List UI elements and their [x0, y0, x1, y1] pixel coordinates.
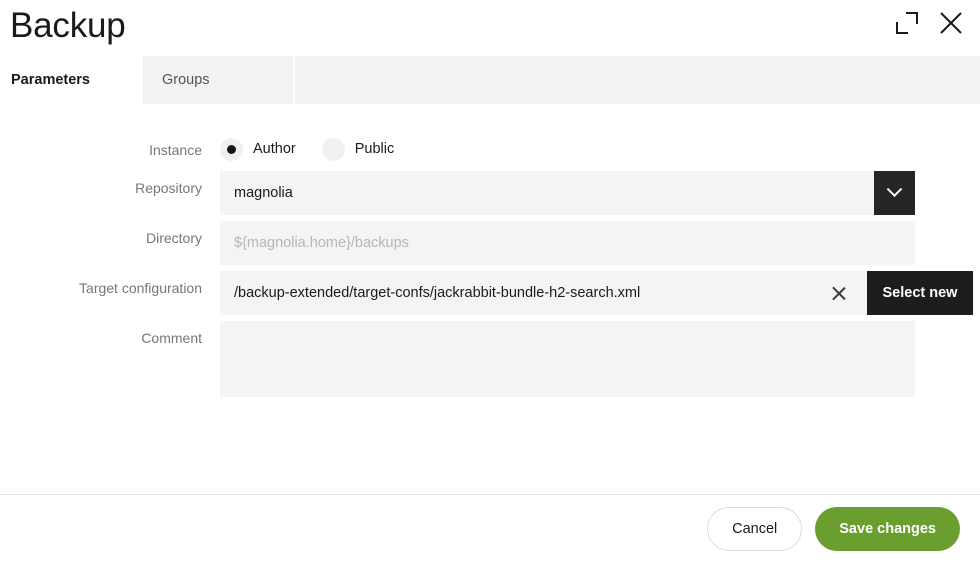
tab-groups-label: Groups — [162, 72, 210, 88]
radio-author-label: Author — [253, 141, 296, 157]
comment-textarea[interactable] — [220, 321, 915, 397]
maximize-button[interactable] — [892, 8, 922, 38]
target-configuration-input[interactable] — [220, 271, 808, 315]
target-configuration-label: Target configuration — [79, 280, 202, 296]
repository-field-wrap: ? — [220, 171, 915, 215]
cancel-button[interactable]: Cancel — [707, 506, 803, 551]
row-target-configuration: Target configuration Select new — [0, 271, 980, 315]
radio-public[interactable]: Public — [321, 137, 395, 161]
form-body: Instance Author Public ? Repository — [0, 104, 980, 494]
tab-filler — [295, 56, 980, 104]
close-icon — [829, 285, 846, 302]
radio-public-label: Public — [354, 141, 395, 157]
close-icon — [940, 12, 962, 34]
row-instance: Instance Author Public ? — [0, 133, 980, 165]
expand-icon — [896, 12, 918, 34]
header-actions — [892, 8, 966, 38]
repository-label: Repository — [135, 180, 202, 196]
comment-field-wrap — [220, 321, 915, 397]
row-comment: Comment — [0, 321, 980, 397]
close-button[interactable] — [936, 8, 966, 38]
radio-author[interactable]: Author — [220, 137, 296, 161]
instance-field-wrap: Author Public ? — [220, 133, 416, 165]
tab-parameters[interactable]: Parameters — [0, 56, 143, 104]
chevron-down-icon — [886, 180, 903, 197]
instance-label: Instance — [149, 142, 202, 158]
dialog-header: Backup — [0, 0, 980, 56]
directory-input[interactable] — [220, 221, 915, 265]
directory-field-wrap — [220, 221, 915, 265]
comment-label: Comment — [141, 330, 202, 346]
tab-bar: Parameters Groups — [0, 56, 980, 104]
tab-parameters-label: Parameters — [11, 72, 90, 88]
row-repository: Repository ? — [0, 171, 980, 215]
radio-author-indicator — [220, 137, 243, 161]
instance-radio-group: Author Public — [220, 133, 416, 165]
save-changes-button[interactable]: Save changes — [815, 506, 960, 551]
row-directory: Directory — [0, 221, 980, 265]
directory-label: Directory — [145, 230, 202, 246]
radio-public-indicator — [321, 137, 345, 161]
backup-dialog: Backup Parameters Groups Instance Author… — [0, 0, 980, 562]
target-configuration-clear-button[interactable] — [808, 271, 867, 315]
tab-groups[interactable]: Groups — [143, 56, 295, 104]
select-new-button[interactable]: Select new — [867, 271, 973, 315]
dialog-footer: Cancel Save changes — [0, 494, 980, 562]
target-configuration-field-wrap: Select new — [220, 271, 973, 315]
repository-select-input[interactable] — [220, 171, 874, 215]
page-title: Backup — [10, 6, 126, 45]
repository-dropdown-button[interactable] — [874, 171, 915, 215]
